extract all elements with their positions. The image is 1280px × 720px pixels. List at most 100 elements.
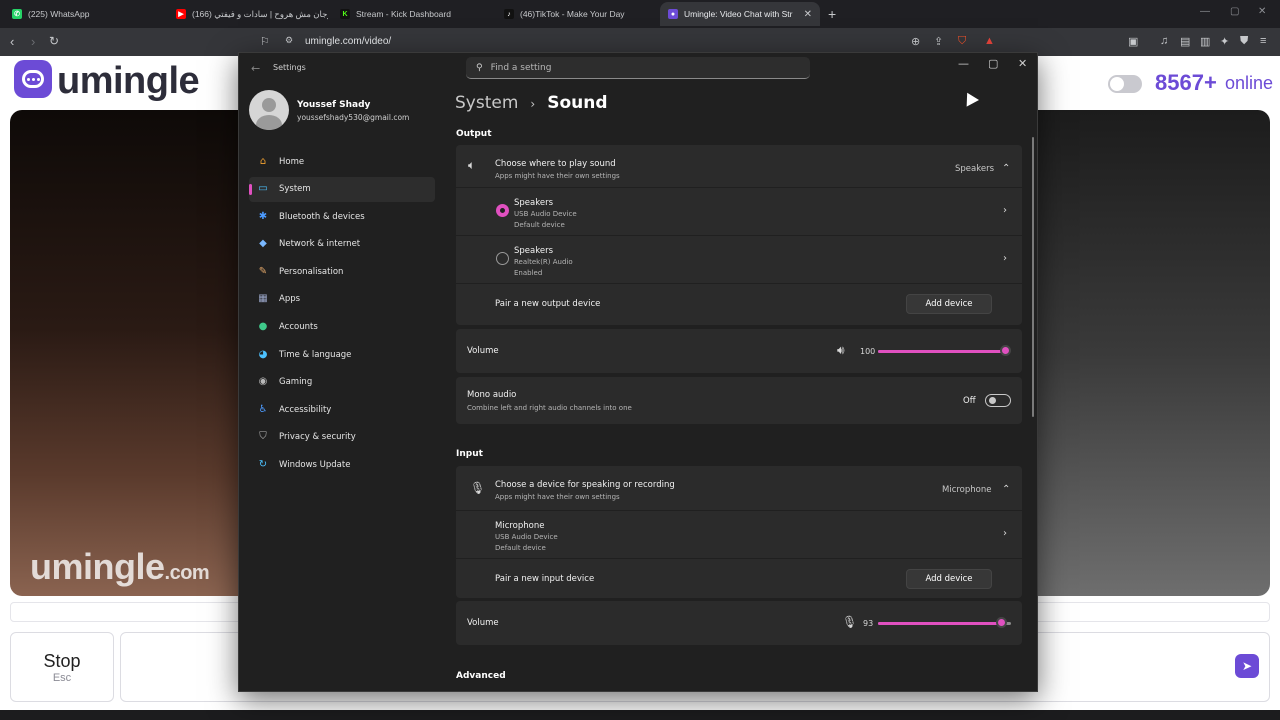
input-device-option[interactable]: Microphone USB Audio Device Default devi… xyxy=(456,511,1022,558)
sidebar-item-system[interactable]: ▭ System xyxy=(249,176,435,202)
sidebar-item-windows-update[interactable]: ↻ Windows Update xyxy=(249,453,435,478)
input-volume-fill xyxy=(878,622,1002,625)
video-watermark: umingle.com xyxy=(30,546,210,587)
advanced-section-title: Advanced xyxy=(456,671,506,681)
output-section-title: Output xyxy=(456,129,492,139)
sidebar-item-privacy-security[interactable]: ⛉ Privacy & security xyxy=(249,425,435,450)
maximize-icon[interactable]: ▢ xyxy=(988,57,998,70)
wallet-icon[interactable]: ▥ xyxy=(1200,35,1210,48)
output-volume-fill xyxy=(878,350,1006,353)
zoom-icon[interactable]: ⊕ xyxy=(911,35,920,48)
vpn-icon[interactable]: ⛊ xyxy=(1240,35,1248,48)
chevron-right-icon[interactable]: › xyxy=(1003,253,1007,264)
youtube-icon: ▶ xyxy=(176,9,186,19)
minimize-icon[interactable]: — xyxy=(1200,6,1210,17)
settings-scrollbar[interactable] xyxy=(1032,137,1034,417)
tab-youtube[interactable]: ▶ (166) مهرجان مش هروح | سادات و فيفتي xyxy=(168,2,328,26)
output-device-card: 🔈︎ Choose where to play sound Apps might… xyxy=(456,145,1022,325)
menu-icon[interactable]: ≡ xyxy=(1260,35,1266,47)
radio-unselected[interactable] xyxy=(496,252,509,265)
input-choose-row[interactable]: 🎙︎ Choose a device for speaking or recor… xyxy=(456,466,1022,510)
kick-icon: K xyxy=(340,9,350,19)
sidebar-item-personalisation[interactable]: ✎ Personalisation xyxy=(249,259,435,284)
add-output-device-button[interactable]: Add device xyxy=(906,294,992,314)
breadcrumb-system[interactable]: System xyxy=(455,93,518,113)
sidebar-item-apps[interactable]: ▦ Apps xyxy=(249,287,435,312)
bookmark-icon[interactable]: ⚐ xyxy=(260,35,270,48)
input-volume-card: Volume 🎙︎ 93 xyxy=(456,601,1022,645)
tab-tiktok[interactable]: ♪ (46)TikTok - Make Your Day xyxy=(496,2,656,26)
close-icon[interactable]: ✕ xyxy=(1018,57,1027,70)
output-device-option[interactable]: Speakers USB Audio Device Default device… xyxy=(456,188,1022,235)
add-input-device-button[interactable]: Add device xyxy=(906,569,992,589)
url-field[interactable]: umingle.com/video/ xyxy=(305,36,391,47)
brave-rewards-icon[interactable]: ▲ xyxy=(984,35,995,47)
new-tab-icon[interactable]: + xyxy=(828,6,836,22)
settings-window: ← Settings ⚲ Find a setting — ▢ ✕ Yousse… xyxy=(238,52,1038,692)
browser-tab-bar: ✆ (225) WhatsApp ▶ (166) مهرجان مش هروح … xyxy=(0,0,1280,28)
tab-kick[interactable]: K Stream - Kick Dashboard xyxy=(332,2,492,26)
mono-audio-toggle[interactable] xyxy=(985,394,1011,407)
close-tab-icon[interactable]: ✕ xyxy=(804,9,812,20)
chevron-right-icon: › xyxy=(530,97,536,111)
tab-label: (46)TikTok - Make Your Day xyxy=(520,9,625,19)
input-section-title: Input xyxy=(456,449,483,459)
tab-umingle[interactable]: ● Umingle: Video Chat with Str ✕ xyxy=(660,2,820,26)
sidebar-item-accessibility[interactable]: ♿ Accessibility xyxy=(249,397,435,422)
music-icon[interactable]: ♫ xyxy=(1160,35,1168,47)
tab-label: (225) WhatsApp xyxy=(28,9,90,19)
input-volume-thumb[interactable] xyxy=(995,617,1007,628)
stop-button[interactable]: Stop Esc xyxy=(10,632,114,702)
sidebar-toggle-icon[interactable]: ▣ xyxy=(1128,35,1138,48)
chevron-right-icon[interactable]: › xyxy=(1003,205,1007,216)
sidebar-item-label: Network & internet xyxy=(279,239,361,250)
forward-icon[interactable]: › xyxy=(31,34,35,49)
sidebar-item-home[interactable]: ⌂ Home xyxy=(249,149,435,174)
reload-icon[interactable]: ↻ xyxy=(49,34,59,48)
reading-list-icon[interactable]: ▤ xyxy=(1180,35,1190,48)
local-video xyxy=(10,110,238,596)
theme-toggle[interactable] xyxy=(1108,75,1142,93)
sidebar-item-bluetooth-devices[interactable]: ✱ Bluetooth & devices xyxy=(249,204,435,229)
close-window-icon[interactable]: ✕ xyxy=(1258,6,1266,17)
volume-icon[interactable]: 🔊︎ xyxy=(837,343,845,358)
tab-whatsapp[interactable]: ✆ (225) WhatsApp xyxy=(4,2,164,26)
minimize-icon[interactable]: — xyxy=(958,57,969,70)
sidebar-item-network-internet[interactable]: ◆ Network & internet xyxy=(249,232,435,257)
avatar[interactable] xyxy=(249,90,289,130)
whatsapp-icon: ✆ xyxy=(12,9,22,19)
brave-shield-icon[interactable]: ⛉ xyxy=(958,35,966,48)
online-label: online xyxy=(1225,73,1274,93)
send-icon[interactable]: ➤ xyxy=(1235,654,1259,678)
leo-ai-icon[interactable]: ✦ xyxy=(1220,35,1229,48)
maximize-icon[interactable]: ▢ xyxy=(1230,6,1239,17)
microphone-icon: 🎙︎ xyxy=(470,481,486,495)
remote-video xyxy=(1038,110,1270,596)
sidebar-item-accounts[interactable]: ● Accounts xyxy=(249,315,435,340)
tiktok-icon: ♪ xyxy=(504,9,514,19)
site-info-icon[interactable]: ⚙ xyxy=(285,35,293,46)
sidebar-item-label: Accessibility xyxy=(279,404,332,415)
chevron-right-icon[interactable]: › xyxy=(1003,528,1007,539)
profile-email: youssefshady530@gmail.com xyxy=(297,113,410,122)
output-volume-card: Volume 🔊︎ 100 xyxy=(456,329,1022,373)
sidebar-item-label: Gaming xyxy=(279,377,313,388)
site-logo[interactable]: umingle xyxy=(57,60,200,103)
microphone-icon[interactable]: 🎙︎ xyxy=(842,615,857,629)
output-volume-thumb[interactable] xyxy=(1000,345,1011,356)
shield-icon: ⛉ xyxy=(259,431,267,443)
back-icon[interactable]: ‹ xyxy=(10,34,14,49)
sidebar-item-time-language[interactable]: ◕ Time & language xyxy=(249,342,435,367)
share-icon[interactable]: ⇪ xyxy=(934,35,943,48)
back-arrow-icon[interactable]: ← xyxy=(251,62,260,75)
chevron-up-icon[interactable]: ⌃ xyxy=(1002,163,1010,174)
radio-selected[interactable] xyxy=(496,204,509,217)
output-device-option[interactable]: Speakers Realtek(R) Audio Enabled › xyxy=(456,236,1022,283)
apps-icon: ▦ xyxy=(258,293,268,305)
output-choose-row[interactable]: 🔈︎ Choose where to play sound Apps might… xyxy=(456,145,1022,187)
settings-search-input[interactable]: ⚲ Find a setting xyxy=(466,57,810,79)
sidebar-item-gaming[interactable]: ◉ Gaming xyxy=(249,370,435,395)
sidebar-item-label: Windows Update xyxy=(279,460,351,471)
chevron-up-icon[interactable]: ⌃ xyxy=(1002,484,1010,495)
search-icon: ⚲ xyxy=(476,62,483,73)
